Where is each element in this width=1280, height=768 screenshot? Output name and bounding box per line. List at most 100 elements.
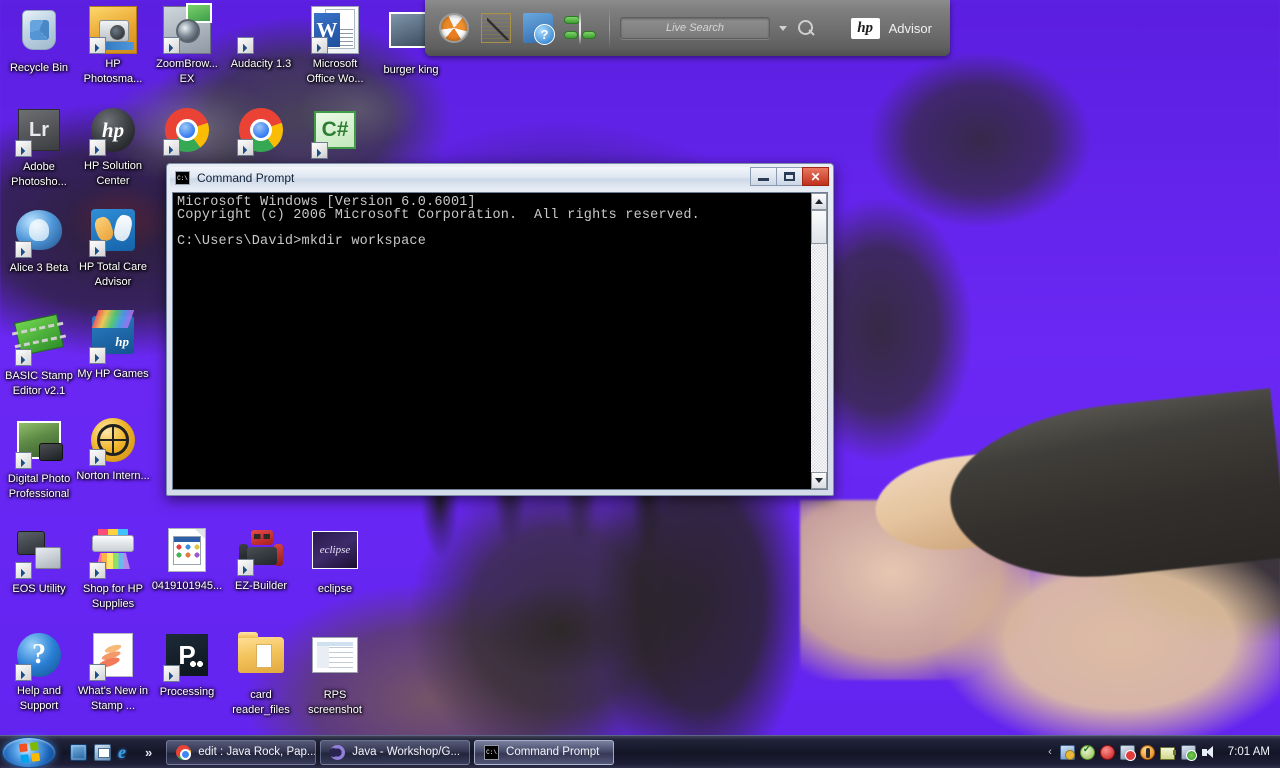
taskbar-button-label: Command Prompt	[506, 746, 600, 758]
desktop-icon-eclipse-icon[interactable]: eclipse eclipse	[298, 526, 372, 597]
desktop-icon-rps-screenshot-icon[interactable]: RPS screenshot	[298, 631, 372, 718]
chevron-down-icon[interactable]	[779, 25, 787, 31]
desktop[interactable]: Recycle Bin HP Photosma... ZoomBrow... EX A…	[0, 0, 1280, 768]
scrollbar-track[interactable]	[811, 244, 827, 472]
quick-launch-overflow-chevron[interactable]: »	[145, 745, 152, 760]
norton-icon[interactable]	[1099, 744, 1115, 760]
hp-total-care-advisor-icon	[89, 209, 137, 257]
show-desktop-icon[interactable]	[70, 743, 87, 761]
help-book-icon[interactable]	[523, 13, 555, 45]
live-search-input[interactable]: Live Search	[620, 17, 770, 39]
internet-explorer-icon[interactable]: e	[118, 743, 135, 761]
command-prompt-window[interactable]: C:\ Command Prompt ✕ Microsoft Windows […	[166, 163, 834, 496]
eclipse-icon	[329, 744, 346, 760]
desktop-icon-alice-3-beta-icon[interactable]: Alice 3 Beta	[2, 206, 76, 276]
update-alert-icon[interactable]	[1119, 744, 1136, 761]
help-and-support-icon: ?	[15, 633, 63, 681]
security-globe-icon[interactable]	[439, 13, 469, 43]
desktop-icon-label: Audacity 1.3	[230, 58, 292, 70]
desktop-icon-processing-icon[interactable]: Processing	[150, 631, 224, 700]
alice-3-beta-icon	[15, 210, 63, 258]
desktop-icon-label: HP Total Care Advisor	[78, 261, 148, 288]
desktop-icon-folder-icon[interactable]: card reader_files	[224, 631, 298, 718]
desktop-icon-shop-for-hp-supplies-icon[interactable]: Shop for HP Supplies	[76, 526, 150, 612]
desktop-icon-label: What's New in Stamp ...	[78, 685, 148, 712]
cmd-icon: C:\	[175, 171, 190, 185]
visual-csharp-icon: C#	[311, 111, 359, 159]
console-output[interactable]: Microsoft Windows [Version 6.0.6001] Cop…	[173, 193, 810, 489]
eos-utility-icon	[15, 531, 63, 579]
desktop-icon-my-hp-games-icon[interactable]: hp My HP Games	[76, 310, 150, 382]
desktop-icon-zoombrowser-ex-icon[interactable]: ZoomBrow... EX	[150, 3, 224, 87]
google-chrome-icon	[163, 108, 211, 156]
quick-launch-bar[interactable]: e »	[70, 743, 152, 761]
desktop-icon-label: ZoomBrow... EX	[156, 58, 218, 85]
scroll-up-arrow[interactable]	[811, 193, 827, 210]
taskbar-button[interactable]: Java - Workshop/G...	[320, 739, 471, 765]
clock[interactable]: 7:01 AM	[1228, 746, 1276, 758]
recycle-bin-icon	[15, 10, 63, 58]
shop-for-hp-supplies-icon	[89, 529, 137, 579]
magnifier-icon[interactable]	[797, 19, 815, 37]
desktop-icon-visual-csharp-icon[interactable]: C#	[298, 106, 372, 162]
rps-screenshot-icon	[311, 637, 359, 685]
taskbar-button[interactable]: edit : Java Rock, Pap...	[166, 739, 317, 765]
whats-new-in-stamp-icon	[89, 633, 137, 681]
taskbar[interactable]: e » edit : Java Rock, Pap... Java - Works…	[0, 735, 1280, 768]
taskbar-button[interactable]: C:\ Command Prompt	[474, 739, 615, 765]
battery-icon[interactable]	[1159, 745, 1176, 760]
desktop-icon-hp-solution-center-icon[interactable]: hp HP Solution Center	[76, 106, 150, 189]
command-prompt-titlebar[interactable]: C:\ Command Prompt ✕	[170, 167, 830, 189]
network-icon[interactable]	[1180, 744, 1197, 761]
command-prompt-body[interactable]: Microsoft Windows [Version 6.0.6001] Cop…	[172, 192, 828, 490]
desktop-icon-recycle-bin-icon[interactable]: Recycle Bin	[2, 6, 76, 76]
hp-advisor-brand: hp Advisor	[850, 17, 950, 39]
desktop-icon-norton-internet-security-icon[interactable]: Norton Intern...	[76, 416, 150, 484]
desktop-icon-microsoft-word-icon[interactable]: W Microsoft Office Wo...	[298, 6, 372, 87]
live-search-placeholder: Live Search	[665, 22, 725, 34]
desktop-icon-hp-total-care-advisor-icon[interactable]: HP Total Care Advisor	[76, 206, 150, 290]
desktop-icon-label: Processing	[159, 686, 215, 698]
desktop-icon-label: Help and Support	[16, 685, 62, 712]
desktop-icon-label: 0419101945...	[151, 580, 223, 592]
desktop-icon-digital-photo-professional-icon[interactable]: Digital Photo Professional	[2, 416, 76, 502]
scrollbar-thumb[interactable]	[811, 210, 827, 244]
minimize-button[interactable]	[750, 167, 777, 186]
hp-advisor-label: Advisor	[888, 20, 932, 36]
hp-advisor-dock[interactable]: Live Search hp Advisor	[425, 0, 950, 56]
console-scrollbar[interactable]	[810, 193, 827, 489]
desktop-icon-ez-builder-icon[interactable]: EZ-Builder	[224, 526, 298, 594]
desktop-icon-eos-utility-icon[interactable]: EOS Utility	[2, 526, 76, 597]
start-button[interactable]	[2, 736, 56, 768]
desktop-icon-google-chrome-icon-2[interactable]	[224, 106, 298, 159]
hp-logo-icon: hp	[850, 17, 880, 39]
desktop-icon-label: card reader_files	[232, 689, 290, 716]
desktop-icon-help-and-support-icon[interactable]: ? Help and Support	[2, 631, 76, 714]
scroll-down-arrow[interactable]	[811, 472, 827, 489]
notepad-pen-icon[interactable]	[481, 13, 511, 43]
desktop-icon-google-chrome-icon[interactable]	[150, 106, 224, 159]
pills-tools-icon[interactable]	[564, 11, 596, 45]
desktop-icon-whats-new-in-stamp-icon[interactable]: What's New in Stamp ...	[76, 631, 150, 714]
window-controls[interactable]: ✕	[750, 167, 829, 186]
command-prompt-title: Command Prompt	[197, 171, 295, 185]
system-tray[interactable]: ‹ 7:01 AM	[1048, 744, 1280, 761]
screenshot-file-icon	[163, 528, 211, 576]
desktop-icon-basic-stamp-editor-icon[interactable]: BASIC Stamp Editor v2.1	[2, 311, 76, 399]
hp-advisor-dock-icons[interactable]	[425, 11, 596, 45]
antivirus-shield-icon[interactable]	[1079, 744, 1095, 760]
hp-support-icon[interactable]	[1139, 744, 1155, 760]
close-button[interactable]: ✕	[802, 167, 829, 186]
desktop-icon-adobe-lightroom-icon[interactable]: Lr Adobe Photosho...	[2, 106, 76, 190]
desktop-icon-label: eclipse	[317, 583, 353, 595]
desktop-icon-screenshot-file-icon[interactable]: 0419101945...	[150, 526, 224, 594]
show-hidden-icons-chevron[interactable]: ‹	[1048, 746, 1052, 758]
network-status-icon[interactable]	[1059, 744, 1075, 760]
desktop-icon-hp-photosmart-icon[interactable]: HP Photosma...	[76, 6, 150, 87]
taskbar-window-buttons[interactable]: edit : Java Rock, Pap... Java - Workshop/…	[166, 739, 615, 765]
volume-icon[interactable]	[1201, 745, 1216, 760]
desktop-icon-audacity-icon[interactable]: Audacity 1.3	[224, 6, 298, 72]
maximize-button[interactable]	[776, 167, 803, 186]
switch-windows-icon[interactable]	[94, 743, 111, 761]
zoombrowser-ex-icon	[163, 3, 212, 54]
